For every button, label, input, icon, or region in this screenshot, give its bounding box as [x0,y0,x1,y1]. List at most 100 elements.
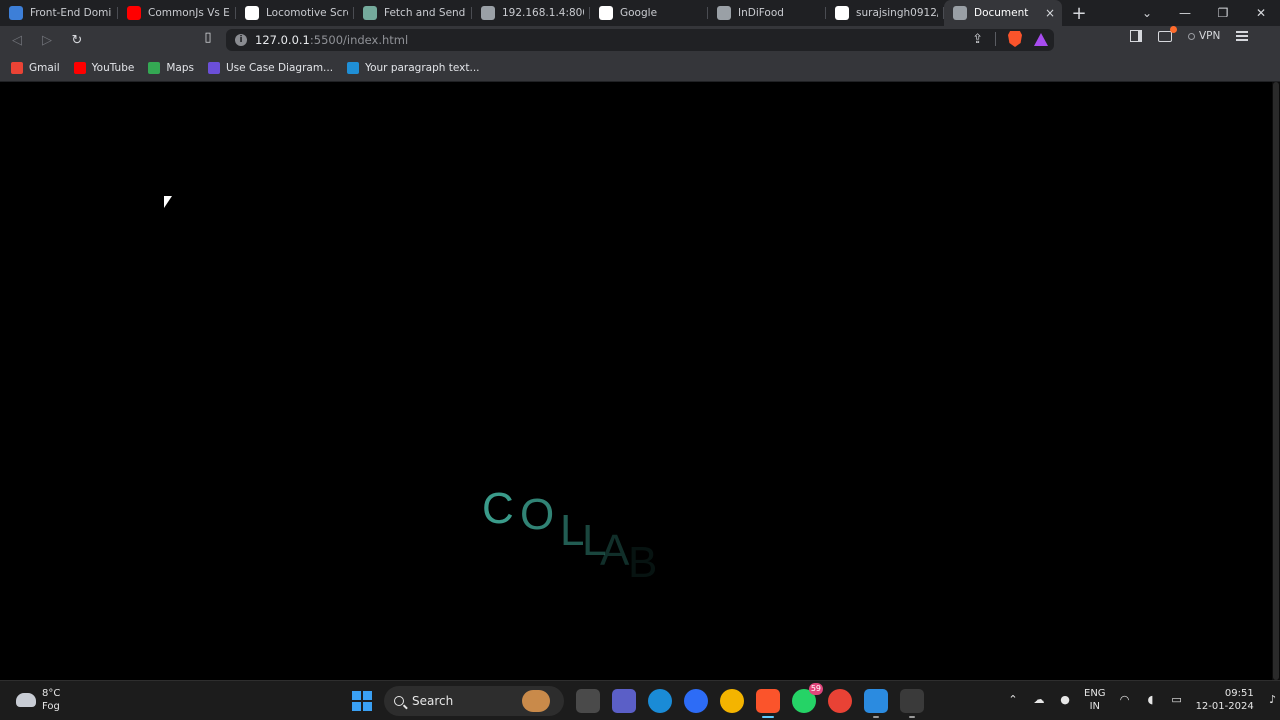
windows-start-icon[interactable] [352,691,372,711]
wifi-icon[interactable]: ◠ [1118,693,1132,707]
brave-icon[interactable] [756,689,780,718]
notification-dot [1170,25,1177,33]
chatgpt-icon [363,6,377,20]
lang-top: ENG [1084,688,1106,699]
youtube-icon [73,61,86,74]
screen-recorder-icon[interactable] [900,689,924,718]
page-viewport: COLLAB [0,82,1280,680]
tab-item[interactable]: Locomotive Scroll w [236,0,354,26]
minimize-button[interactable]: — [1166,6,1204,20]
collab-letter: C [482,484,514,533]
tab-search-chevron-icon[interactable]: ⌄ [1128,6,1166,20]
clock[interactable]: 09:51 12-01-2024 [1196,687,1254,713]
task-view-icon[interactable] [576,689,600,713]
vpn-button[interactable]: VPN [1188,30,1220,42]
toolbar: ◁ ▷ ↻ ▯ i 127.0.0.1:5500/index.html ⇪ VP… [0,25,1280,54]
menu-icon[interactable] [1236,31,1249,41]
tab-label: 192.168.1.4:8002/in [502,7,584,19]
youtube-icon [127,6,141,20]
collab-letter: L [560,506,585,555]
bookmarks-bar: Gmail YouTube Maps Use Case Diagram... Your … [0,54,1280,82]
address-bar[interactable]: i 127.0.0.1:5500/index.html ⇪ [226,29,1054,51]
tab-label: Google [620,7,658,19]
battery-icon[interactable]: ▭ [1170,693,1184,707]
url-host: 127.0.0.1 [255,33,310,47]
url-path: :5500/index.html [309,33,409,47]
edge-icon[interactable] [648,689,672,713]
sidebar-icon[interactable] [1130,30,1142,42]
language-indicator[interactable]: ENG IN [1084,687,1106,713]
bookmark-label: Use Case Diagram... [225,61,334,74]
close-tab-icon[interactable]: × [1044,7,1056,19]
clock-time: 09:51 [1224,688,1254,699]
google-icon [599,6,613,20]
volume-icon[interactable]: ◖ [1144,693,1158,707]
wallet-icon[interactable] [1158,25,1177,42]
notification-bell-icon[interactable]: ♪ [1266,693,1280,707]
bookmark-icon[interactable]: ▯ [198,30,218,50]
teams-icon[interactable] [612,689,636,713]
tab-item[interactable]: Google [590,0,708,26]
site-info-icon[interactable]: i [235,34,247,46]
diagram-icon [207,61,220,74]
bookmark-item[interactable]: Maps [148,61,194,74]
fox-icon [9,6,23,20]
collab-letter: B [628,538,658,587]
vpn-label: VPN [1199,30,1221,42]
close-window-button[interactable]: ✕ [1242,6,1280,20]
tab-item[interactable]: 192.168.1.4:8002/in [472,0,590,26]
chrome-canary-icon[interactable] [828,689,852,713]
taskbar: 8°C Fog Search 59 ⌃ ☁ ● ENG IN ◠ ◖ ▭ 09:… [0,680,1280,720]
bookmark-label: Gmail [29,61,60,74]
brave-shields-icon[interactable] [1008,31,1022,47]
tab-item[interactable]: Front-End Dominat [0,0,118,26]
reload-button[interactable]: ↻ [64,27,90,53]
share-icon[interactable]: ⇪ [972,32,983,47]
maximize-button[interactable]: ❐ [1204,6,1242,20]
tab-label: Locomotive Scroll w [266,7,348,19]
weather-widget[interactable]: 8°C Fog [16,687,60,713]
bookmark-item[interactable]: Your paragraph text... [347,61,480,74]
search-label: Search [412,694,454,708]
globe-icon [481,6,495,20]
github-icon [835,6,849,20]
tab-active[interactable]: Document × [944,0,1062,26]
globe-icon [953,6,967,20]
forward-button[interactable]: ▷ [34,27,60,53]
taskbar-search[interactable]: Search [384,686,564,716]
tab-item[interactable]: surajsingh0912/InD [826,0,944,26]
microphone-icon[interactable]: ● [1058,693,1072,707]
brave-rewards-icon[interactable] [1034,32,1048,46]
collab-letter: O [520,490,555,539]
canva-icon [347,61,360,74]
clock-date: 12-01-2024 [1195,701,1254,712]
tab-label: InDiFood [738,7,784,19]
new-tab-button[interactable]: + [1062,0,1096,26]
url-text[interactable]: 127.0.0.1:5500/index.html [255,33,408,47]
chrome-icon[interactable] [720,689,744,713]
mouse-cursor-icon [164,196,172,208]
back-button[interactable]: ◁ [4,27,30,53]
tab-item[interactable]: CommonJs Vs Ecma [118,0,236,26]
whatsapp-icon[interactable]: 59 [792,683,823,713]
divider [995,32,996,46]
bookmark-item[interactable]: Gmail [11,61,60,74]
scrollbar[interactable] [1272,82,1280,680]
vscode-icon[interactable] [864,689,888,718]
bookmark-item[interactable]: YouTube [73,61,134,74]
zoom-icon[interactable] [684,689,708,713]
window-controls: ⌄ — ❐ ✕ [1128,0,1280,26]
weather-temp: 8°C [42,688,61,699]
gmail-icon [11,61,23,74]
tab-label: CommonJs Vs Ecma [148,7,230,19]
onedrive-icon[interactable]: ☁ [1032,693,1046,707]
chevron-up-icon[interactable]: ⌃ [1006,693,1020,707]
collab-logo: COLLAB [482,487,682,597]
weather-desc: Fog [42,701,60,712]
bookmark-item[interactable]: Use Case Diagram... [207,61,334,74]
tab-item[interactable]: InDiFood [708,0,826,26]
tab-label: Document [974,7,1029,19]
scrollbar-thumb[interactable] [1273,82,1279,680]
vpn-status-icon [1188,32,1195,40]
tab-item[interactable]: Fetch and Send Loc [354,0,472,26]
